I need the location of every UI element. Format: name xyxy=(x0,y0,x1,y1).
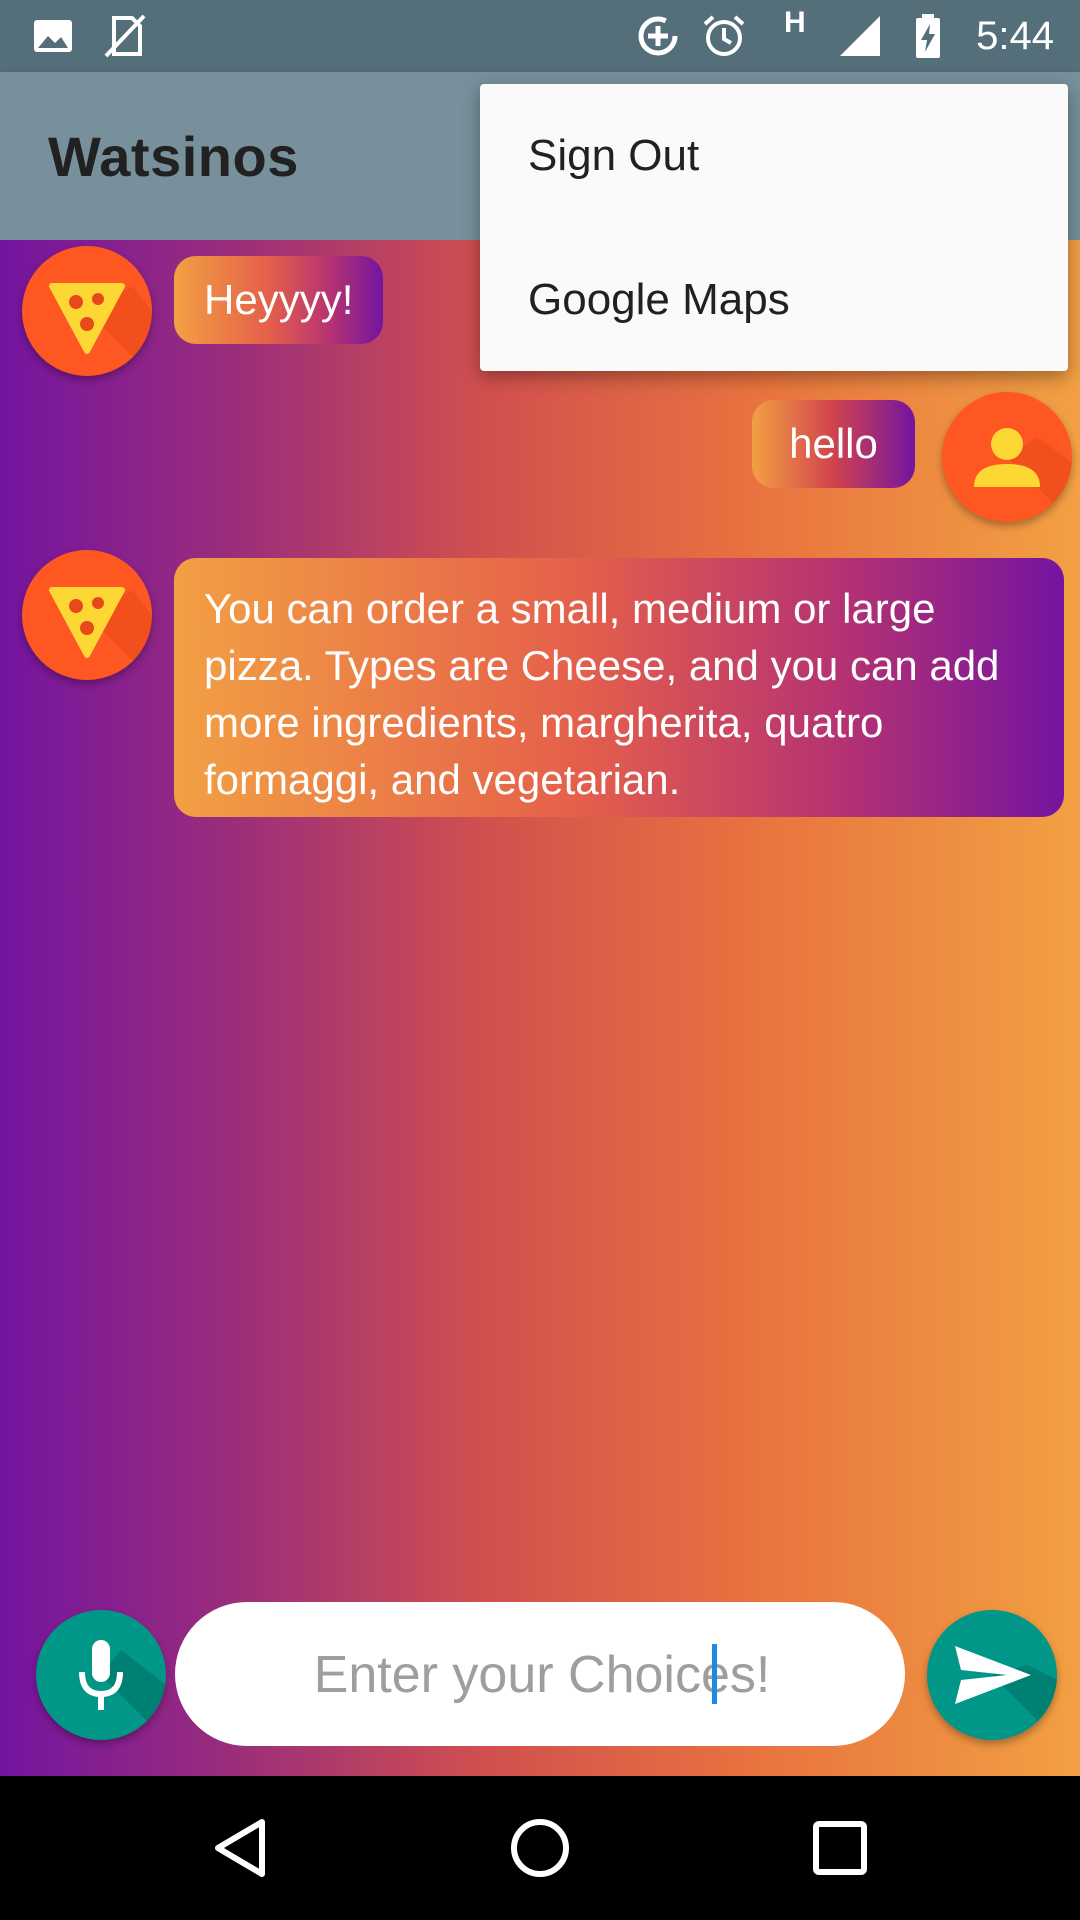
menu-item-label: Google Maps xyxy=(528,275,790,324)
status-bar: H 5:44 xyxy=(0,0,1080,72)
text-caret xyxy=(712,1644,717,1704)
sim-off-icon xyxy=(104,14,146,58)
status-time: 5:44 xyxy=(976,14,1054,58)
image-icon xyxy=(34,20,72,52)
user-message-bubble[interactable]: hello xyxy=(752,400,915,488)
mic-icon xyxy=(79,1640,166,1740)
battery-charging-icon xyxy=(916,14,940,58)
bot-message-bubble[interactable]: Heyyyy! xyxy=(174,256,384,344)
network-type-label: H xyxy=(784,6,806,39)
user-avatar[interactable] xyxy=(942,392,1072,522)
signal-icon xyxy=(840,16,880,56)
bot-avatar[interactable] xyxy=(22,246,152,376)
bot-avatar[interactable] xyxy=(22,550,152,680)
app-title: Watsinos xyxy=(48,125,299,188)
message-text: hello xyxy=(789,420,878,467)
message-text: Heyyyy! xyxy=(204,276,354,323)
back-icon[interactable] xyxy=(204,1812,276,1884)
alarm-icon xyxy=(703,15,745,56)
overflow-menu: Sign Out Google Maps xyxy=(480,84,1068,371)
navigation-bar xyxy=(0,1776,1080,1920)
send-button[interactable] xyxy=(927,1610,1057,1740)
send-icon xyxy=(955,1646,1057,1740)
bot-message-bubble[interactable]: You can order a small, medium or large p… xyxy=(174,558,1064,817)
chat-area[interactable]: Heyyyy! hello You can order a small, med… xyxy=(0,240,1080,1776)
pizza-icon xyxy=(49,283,152,376)
person-icon xyxy=(974,428,1072,522)
message-input-container[interactable] xyxy=(175,1602,909,1748)
message-input[interactable] xyxy=(175,1602,909,1748)
home-icon[interactable] xyxy=(504,1812,576,1884)
message-text: You can order a small, medium or large p… xyxy=(204,585,1000,803)
mic-button[interactable] xyxy=(36,1610,166,1740)
menu-item-label: Sign Out xyxy=(528,131,700,180)
menu-item-sign-out[interactable]: Sign Out xyxy=(480,84,1068,227)
pizza-icon xyxy=(49,587,152,680)
recents-icon[interactable] xyxy=(804,1812,876,1884)
menu-item-google-maps[interactable]: Google Maps xyxy=(480,228,1068,371)
data-saver-icon xyxy=(638,16,678,56)
